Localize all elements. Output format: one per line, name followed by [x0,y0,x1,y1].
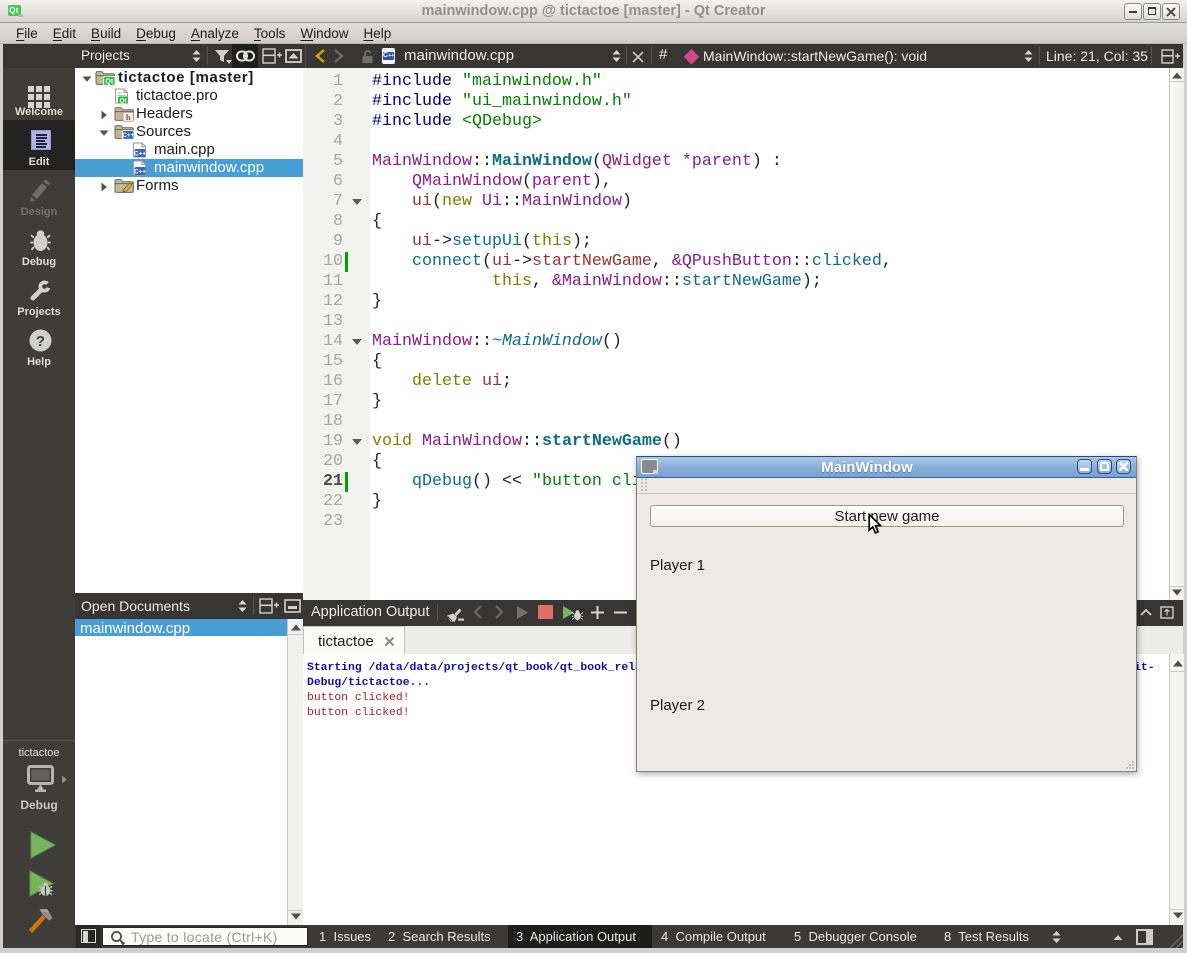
svg-text:?: ? [36,333,45,350]
svg-text:Qt: Qt [119,97,127,104]
svg-text:C++: C++ [134,169,146,176]
svg-text:Qt: Qt [105,79,113,86]
svg-text:C++: C++ [122,132,134,139]
svg-text:C++: C++ [134,151,146,158]
svg-text:h: h [126,112,131,122]
